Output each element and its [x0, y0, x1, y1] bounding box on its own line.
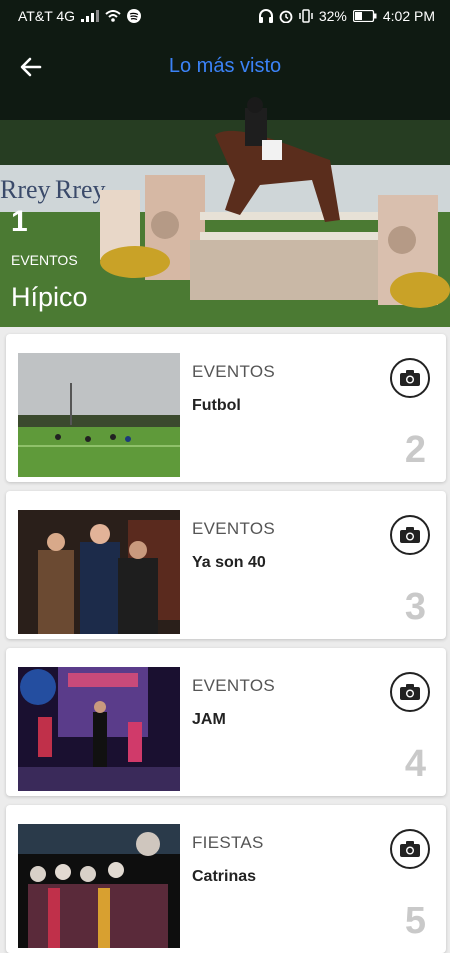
- app-bar: Lo más visto: [0, 40, 450, 92]
- card-rank: 2: [404, 429, 426, 471]
- thumbnail-image: [18, 667, 180, 791]
- wifi-icon: [105, 10, 121, 22]
- card-category: EVENTOS: [192, 362, 276, 381]
- card-title: JAM: [192, 711, 226, 728]
- hero-title: Hípico: [11, 282, 88, 312]
- headphones-icon: [258, 9, 273, 23]
- thumbnail-image: [18, 353, 180, 477]
- card-title: Catrinas: [192, 868, 257, 885]
- card-title: Ya son 40: [192, 554, 266, 571]
- card-rank: 3: [404, 586, 426, 628]
- card-rank: 4: [404, 743, 426, 785]
- camera-icon: [400, 684, 420, 700]
- gallery-button[interactable]: [390, 358, 430, 398]
- vibrate-icon: [299, 9, 313, 23]
- gallery-button[interactable]: [390, 515, 430, 555]
- alarm-icon: [279, 9, 293, 23]
- battery-icon: [352, 10, 377, 22]
- thumbnail-image: [18, 824, 180, 948]
- list-item[interactable]: FIESTAS Catrinas 5: [6, 805, 446, 953]
- hero-rank: 1: [11, 205, 28, 238]
- card-title: Futbol: [192, 397, 241, 414]
- spotify-icon: [127, 9, 142, 23]
- card-category: FIESTAS: [192, 833, 264, 852]
- list-item[interactable]: EVENTOS Ya son 40 3: [6, 491, 446, 639]
- page-title: Lo más visto: [168, 55, 282, 77]
- camera-icon: [400, 841, 420, 857]
- clock: 4:02 PM: [382, 8, 435, 24]
- camera-icon: [400, 527, 420, 543]
- list-item[interactable]: EVENTOS Futbol 2: [6, 334, 446, 482]
- hero-banner[interactable]: Rrey Rrey AT&T 4G 32% 4:02 PM Lo más vis…: [0, 0, 450, 327]
- list-item[interactable]: EVENTOS JAM 4: [6, 648, 446, 796]
- banner-text-1: Rrey: [0, 175, 51, 204]
- signal-icon: [81, 10, 100, 22]
- battery-percent: 32%: [318, 8, 347, 24]
- card-category: EVENTOS: [192, 519, 276, 538]
- card-category: EVENTOS: [192, 676, 276, 695]
- thumbnail-image: [18, 510, 180, 634]
- status-bar: AT&T 4G 32% 4:02 PM: [0, 0, 450, 32]
- camera-icon: [400, 370, 420, 386]
- carrier-label: AT&T 4G: [18, 8, 76, 24]
- card-rank: 5: [404, 900, 426, 942]
- banner-text-2: Rrey: [55, 175, 106, 204]
- gallery-button[interactable]: [390, 829, 430, 869]
- hero-category: EVENTOS: [11, 252, 78, 268]
- gallery-button[interactable]: [390, 672, 430, 712]
